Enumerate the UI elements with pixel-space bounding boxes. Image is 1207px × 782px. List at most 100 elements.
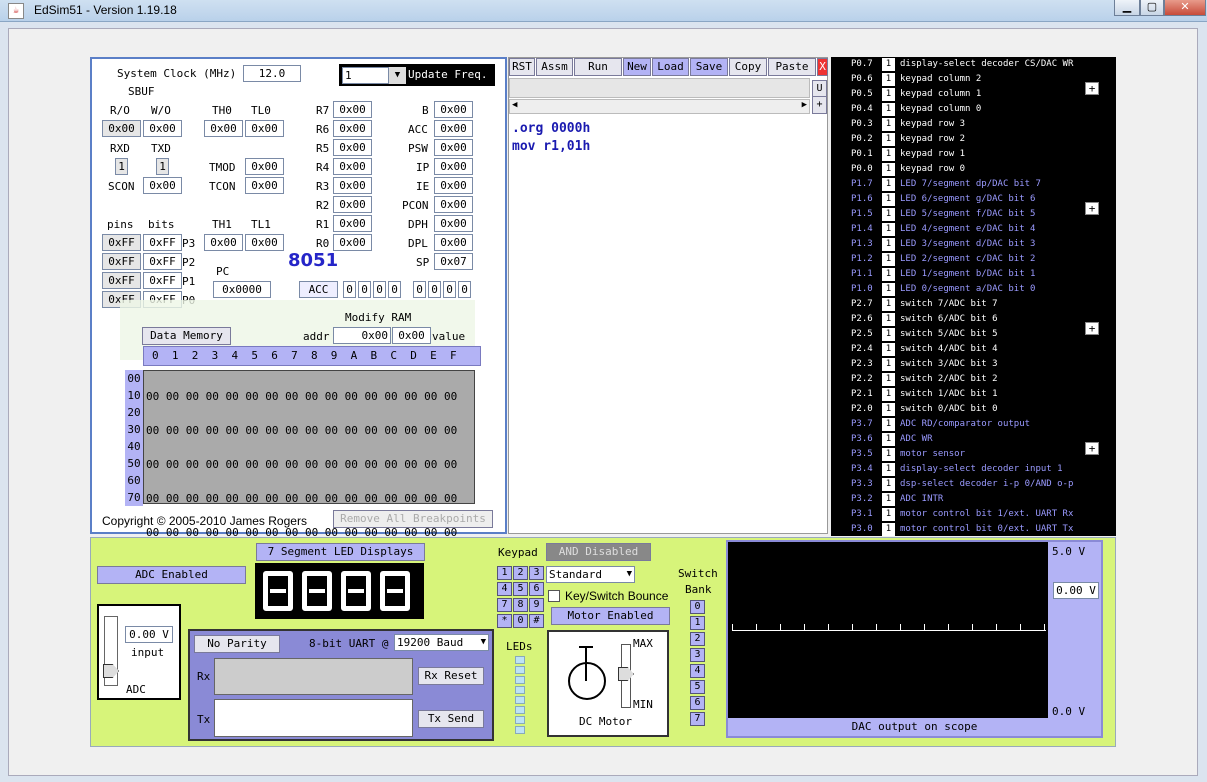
pin-value[interactable]: 1 [882, 478, 895, 491]
pin-value[interactable]: 1 [882, 358, 895, 371]
th0-input[interactable]: 0x00 [204, 120, 243, 137]
switch-7[interactable]: 7 [690, 712, 705, 726]
scroll-right-icon[interactable]: ▶ [802, 100, 807, 110]
chevron-down-icon[interactable]: ▼ [627, 567, 632, 582]
rst-button[interactable]: RST [509, 58, 535, 76]
load-button[interactable]: Load [652, 58, 689, 76]
pin-value[interactable]: 1 [882, 523, 895, 536]
pin-value[interactable]: 1 [882, 328, 895, 341]
keypad-key-0[interactable]: 0 [513, 614, 528, 628]
expand-port3-icon[interactable]: + [1085, 442, 1099, 455]
r6-input[interactable]: 0x00 [333, 120, 372, 137]
pin-value[interactable]: 1 [882, 118, 895, 131]
switch-0[interactable]: 0 [690, 600, 705, 614]
and-disabled-button[interactable]: AND Disabled [546, 543, 651, 561]
pin-value[interactable]: 1 [882, 133, 895, 146]
pin-value[interactable]: 1 [882, 448, 895, 461]
ip-input[interactable]: 0x00 [434, 158, 473, 175]
pin-value[interactable]: 1 [882, 313, 895, 326]
acc-bit-2[interactable]: 0 [428, 281, 441, 298]
pin-value[interactable]: 1 [882, 148, 895, 161]
pin-value[interactable]: 1 [882, 178, 895, 191]
pin-value[interactable]: 1 [882, 73, 895, 86]
horizontal-scrollbar[interactable]: ◀ ▶ [509, 99, 810, 114]
sp-input[interactable]: 0x07 [434, 253, 473, 270]
sbuf-wo-input[interactable]: 0x00 [143, 120, 182, 137]
keypad-key-2[interactable]: 2 [513, 566, 528, 580]
tmod-input[interactable]: 0x00 [245, 158, 284, 175]
memory-grid[interactable]: 00 00 00 00 00 00 00 00 00 00 00 00 00 0… [143, 370, 475, 641]
seven-segment-button[interactable]: 7 Segment LED Displays [256, 543, 425, 561]
key-bounce-checkbox[interactable] [548, 590, 560, 602]
ie-input[interactable]: 0x00 [434, 177, 473, 194]
minimize-button[interactable]: ▁ [1114, 0, 1140, 16]
r3-input[interactable]: 0x00 [333, 177, 372, 194]
pin-value[interactable]: 1 [882, 373, 895, 386]
keypad-mode-select[interactable]: Standard ▼ [546, 566, 635, 583]
copy-button[interactable]: Copy [729, 58, 767, 76]
pin-value[interactable]: 1 [882, 403, 895, 416]
r0-input[interactable]: 0x00 [333, 234, 372, 251]
pin-value[interactable]: 1 [882, 388, 895, 401]
acc-bit-4[interactable]: 0 [388, 281, 401, 298]
pc-input[interactable]: 0x0000 [213, 281, 271, 298]
adc-enabled-button[interactable]: ADC Enabled [97, 566, 246, 584]
th1-input[interactable]: 0x00 [204, 234, 243, 251]
pin-value[interactable]: 1 [882, 298, 895, 311]
addr-input[interactable]: 0x00 [333, 327, 391, 344]
pin-value[interactable]: 1 [882, 268, 895, 281]
system-clock-input[interactable]: 12.0 [243, 65, 301, 82]
r7-input[interactable]: 0x00 [333, 101, 372, 118]
assm-button[interactable]: Assm [536, 58, 573, 76]
keypad-key-1[interactable]: 1 [497, 566, 512, 580]
editor-plus-button[interactable]: + [812, 96, 827, 114]
save-button[interactable]: Save [690, 58, 728, 76]
acc-bit-0[interactable]: 0 [458, 281, 471, 298]
keypad-key-9[interactable]: 9 [529, 598, 544, 612]
p1-bits-input[interactable]: 0xFF [143, 272, 182, 289]
baud-select[interactable]: 19200 Baud ▼ [394, 634, 489, 651]
b-input[interactable]: 0x00 [434, 101, 473, 118]
acc-input[interactable]: 0x00 [434, 120, 473, 137]
keypad-key-5[interactable]: 5 [513, 582, 528, 596]
expand-port2-icon[interactable]: + [1085, 322, 1099, 335]
new-button[interactable]: New [623, 58, 651, 76]
keypad-key-hash[interactable]: # [529, 614, 544, 628]
switch-4[interactable]: 4 [690, 664, 705, 678]
tcon-input[interactable]: 0x00 [245, 177, 284, 194]
pin-value[interactable]: 1 [882, 193, 895, 206]
r4-input[interactable]: 0x00 [333, 158, 372, 175]
expand-port0-icon[interactable]: + [1085, 82, 1099, 95]
parity-button[interactable]: No Parity [194, 635, 280, 653]
switch-5[interactable]: 5 [690, 680, 705, 694]
remove-all-breakpoints-button[interactable]: Remove All Breakpoints [333, 510, 493, 528]
acc-bit-3[interactable]: 0 [413, 281, 426, 298]
switch-1[interactable]: 1 [690, 616, 705, 630]
pcon-input[interactable]: 0x00 [434, 196, 473, 213]
pin-value[interactable]: 1 [882, 88, 895, 101]
value-input[interactable]: 0x00 [392, 327, 431, 344]
pin-value[interactable]: 1 [882, 58, 895, 71]
acc-bit-5[interactable]: 0 [373, 281, 386, 298]
close-editor-button[interactable]: X [817, 58, 828, 76]
keypad-key-7[interactable]: 7 [497, 598, 512, 612]
tx-send-button[interactable]: Tx Send [418, 710, 484, 728]
scon-input[interactable]: 0x00 [143, 177, 182, 194]
expand-port1-icon[interactable]: + [1085, 202, 1099, 215]
pin-value[interactable]: 1 [882, 463, 895, 476]
pin-value[interactable]: 1 [882, 508, 895, 521]
p3-bits-input[interactable]: 0xFF [143, 234, 182, 251]
keypad-key-4[interactable]: 4 [497, 582, 512, 596]
pin-value[interactable]: 1 [882, 433, 895, 446]
pin-value[interactable]: 1 [882, 283, 895, 296]
chevron-down-icon[interactable]: ▼ [481, 635, 486, 650]
paste-button[interactable]: Paste [768, 58, 816, 76]
pin-value[interactable]: 1 [882, 493, 895, 506]
acc-bit-6[interactable]: 0 [358, 281, 371, 298]
acc-bit-1[interactable]: 0 [443, 281, 456, 298]
p2-bits-input[interactable]: 0xFF [143, 253, 182, 270]
tl1-input[interactable]: 0x00 [245, 234, 284, 251]
pin-value[interactable]: 1 [882, 238, 895, 251]
rx-reset-button[interactable]: Rx Reset [418, 667, 484, 685]
keypad-key-3[interactable]: 3 [529, 566, 544, 580]
